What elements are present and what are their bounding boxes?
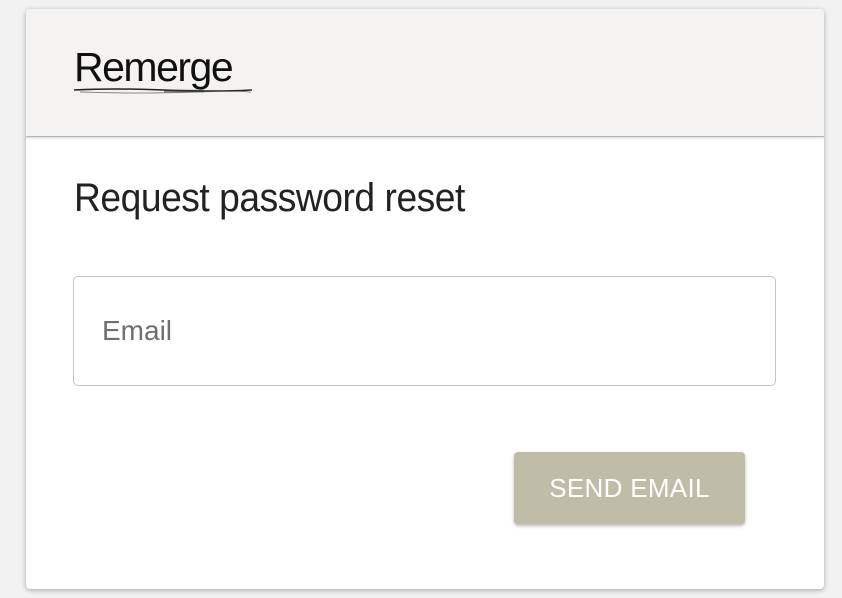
card-header: Remerge [26, 9, 824, 137]
email-input[interactable] [74, 277, 775, 385]
email-field[interactable] [73, 276, 776, 386]
remerge-logo: Remerge [74, 43, 252, 99]
reset-password-card: Remerge Request password reset SEND EMAI… [26, 9, 824, 589]
logo-text: Remerge [74, 44, 234, 90]
page-title: Request password reset [74, 176, 465, 220]
send-email-button[interactable]: SEND EMAIL [514, 452, 745, 524]
